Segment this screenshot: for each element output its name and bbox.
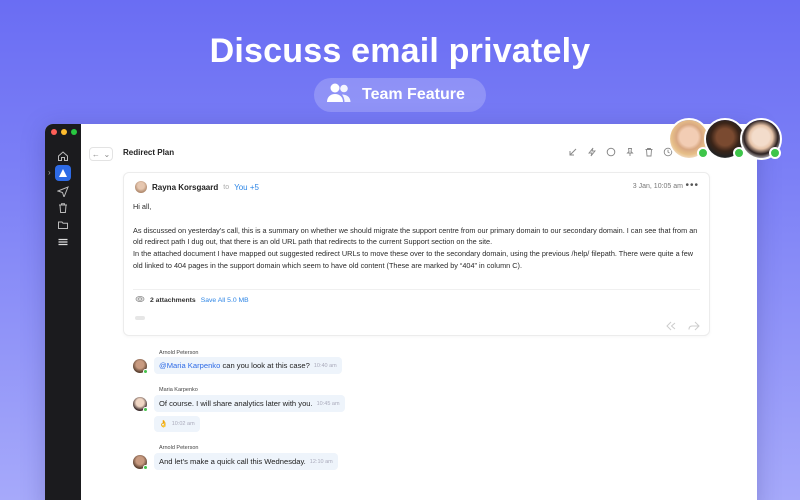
team-feature-pill: Team Feature <box>314 78 486 112</box>
attachments-row: 2 attachments Save All 5.0 MB <box>135 295 249 305</box>
email-greeting: Hi all, <box>133 202 152 211</box>
chat-text: 👌 <box>159 421 168 428</box>
divider <box>133 289 700 290</box>
email-toolbar <box>568 147 673 157</box>
avatar <box>135 181 147 193</box>
zoom-window-button[interactable] <box>71 129 77 135</box>
email-paragraph: In the attached document I have mapped o… <box>133 249 694 270</box>
menu-icon[interactable] <box>55 234 71 250</box>
chat-text: can you look at this case? <box>220 361 310 370</box>
to-label: to <box>223 183 230 191</box>
team-avatars <box>668 118 782 160</box>
topbar: ← ⌄ Redirect Plan <box>81 124 757 168</box>
mention-link[interactable]: @Maria Karpenko <box>159 361 220 370</box>
save-all-link[interactable]: Save All 5.0 MB <box>201 297 249 304</box>
window-controls <box>51 129 77 135</box>
email-date: 3 Jan, 10:05 am <box>632 183 683 190</box>
chat-author: Arnold Peterson <box>159 445 199 451</box>
chat-text: Of course. I will share analytics later … <box>159 399 313 408</box>
email-paragraph: As discussed on yesterday's call, this i… <box>133 225 698 247</box>
email-card: Rayna Korsgaard to You +5 3 Jan, 10:05 a… <box>123 172 710 336</box>
paperclip-icon <box>135 295 145 305</box>
send-icon[interactable] <box>55 183 71 199</box>
chat-author: Arnold Peterson <box>159 350 199 356</box>
avatar <box>133 397 148 412</box>
sidebar: › <box>45 124 81 500</box>
close-window-button[interactable] <box>51 129 57 135</box>
chat-text: And let's make a quick call this Wednesd… <box>159 457 306 466</box>
sender-name[interactable]: Rayna Korsgaard <box>152 183 218 192</box>
nav-buttons: ← ⌄ <box>89 147 113 161</box>
pill-label: Team Feature <box>362 86 465 103</box>
trash-icon[interactable] <box>55 200 71 216</box>
delete-icon[interactable] <box>644 147 654 157</box>
chat-bubble: Of course. I will share analytics later … <box>154 395 345 412</box>
avatar[interactable] <box>740 118 782 160</box>
chat-author: Maria Karpenko <box>159 387 198 393</box>
avatar <box>133 359 148 374</box>
reply-actions <box>666 318 700 336</box>
folder-icon[interactable] <box>55 217 71 233</box>
minimize-window-button[interactable] <box>61 129 67 135</box>
chat-bubble: And let's make a quick call this Wednesd… <box>154 453 338 470</box>
archive-down-icon[interactable] <box>568 147 578 157</box>
email-subject: Redirect Plan <box>123 148 175 157</box>
chat-time: 12:10 am <box>309 458 333 465</box>
avatar <box>133 455 148 470</box>
forward-icon[interactable] <box>688 318 700 336</box>
hero-title: Discuss email privately <box>209 32 591 70</box>
chat-time: 10:45 am <box>316 400 340 407</box>
users-icon <box>326 82 352 109</box>
chat-time: 10:40 am <box>313 362 337 369</box>
home-icon[interactable] <box>55 148 71 164</box>
online-status-icon <box>769 147 781 159</box>
chat-bubble: 👌 10:02 am <box>154 416 200 432</box>
sender-row: Rayna Korsgaard to You +5 <box>135 181 259 193</box>
more-options-icon[interactable]: ••• <box>685 180 699 191</box>
chat-bubble: @Maria Karpenko can you look at this cas… <box>154 357 342 374</box>
app-window: › ← ⌄ Redirect Plan Rayna Korsgaard to Y… <box>45 124 757 500</box>
bolt-icon[interactable] <box>587 147 597 157</box>
attachments-count[interactable]: 2 attachments <box>150 297 196 304</box>
back-arrow-icon[interactable]: ← <box>92 150 100 159</box>
expand-caret-icon: › <box>48 168 51 177</box>
email-body: Hi all, As discussed on yesterday's call… <box>133 201 703 284</box>
reply-all-icon[interactable] <box>666 318 678 336</box>
pin-icon[interactable] <box>625 147 635 157</box>
recipients-link[interactable]: You +5 <box>234 183 259 192</box>
quoted-text-toggle[interactable] <box>135 316 145 320</box>
app-logo-icon[interactable] <box>55 165 71 181</box>
chevron-down-icon[interactable]: ⌄ <box>103 150 110 159</box>
chat-time: 10:02 am <box>171 421 195 427</box>
circle-icon[interactable] <box>606 147 616 157</box>
